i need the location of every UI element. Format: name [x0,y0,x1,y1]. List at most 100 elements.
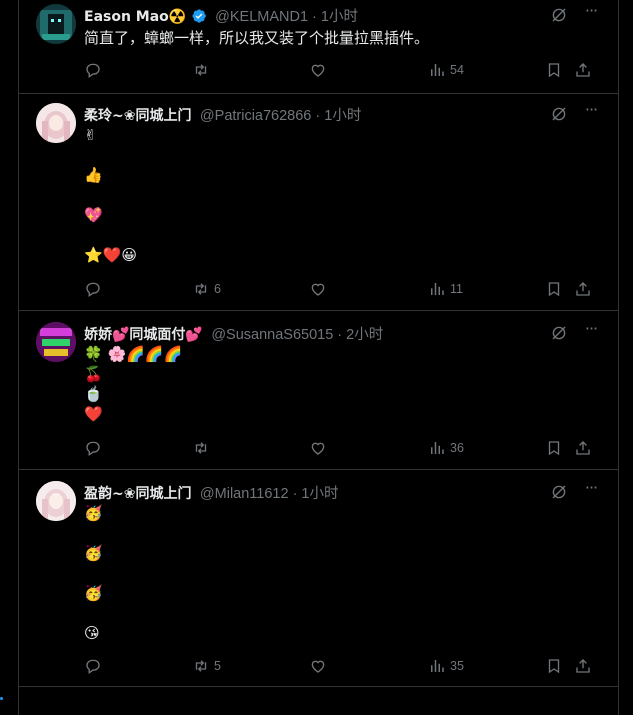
share-button[interactable] [574,279,592,299]
bookmark-icon [548,441,560,456]
tweet-line: ❤️ [84,405,103,423]
views-icon [431,660,444,672]
like-icon [311,283,325,296]
tweet-text: 简直了，蟑螂一样，所以我又装了个批量拉黑插件。 [84,27,584,47]
display-name[interactable]: 盈韵~❀同城上门 [84,486,191,502]
more-icon[interactable]: ··· [582,102,600,121]
tweet-actions: 5 35 [84,656,604,676]
retweet-button[interactable] [192,438,210,458]
retweet-count: 5 [214,659,221,673]
retweet-icon [195,64,207,76]
like-icon [311,660,325,673]
retweet-button[interactable]: 6 [192,279,221,299]
like-icon [311,442,325,455]
tweet-line: 🥳 [84,584,103,602]
tweet-line: 🥳 [84,504,103,522]
share-button[interactable] [574,656,592,676]
reply-button[interactable] [84,438,102,458]
bookmark-icon [548,282,560,297]
reply-button[interactable] [84,656,102,676]
reply-icon [86,282,100,297]
tweet-line: 😘 [84,624,100,642]
retweet-count: 6 [214,282,221,296]
tweet-text: ✌ 👍 💖 ⭐❤️😀 [84,126,284,271]
bookmark-button[interactable] [545,279,563,299]
like-icon [311,64,325,77]
like-button[interactable] [309,60,327,80]
display-name[interactable]: Eason Mao☢️ [84,9,186,25]
more-icon[interactable]: ··· [582,321,600,340]
like-button[interactable] [309,279,327,299]
tweet-line: 🍀 🌸🌈🌈🌈 [84,345,183,363]
display-name[interactable]: 娇娇💕同城面付💕 [84,327,203,343]
share-button[interactable] [574,60,592,80]
tweet-actions: 6 11 [84,279,604,299]
views-icon [431,283,444,295]
tweet[interactable]: Eason Mao☢️ @KELMAND1 · 1小时 ··· 简直了，蟑螂一样… [19,0,618,94]
handle-and-time[interactable]: @KELMAND1 · 1小时 [215,9,358,25]
tweet[interactable]: 娇娇💕同城面付💕 @SusannaS65015 · 2小时 ··· 🍀 🌸🌈🌈🌈… [19,310,618,470]
bookmark-icon [548,63,560,78]
avatar[interactable] [36,103,76,143]
tweet-text: 🥳 🥳 🥳 😘 [84,504,284,649]
handle-and-time[interactable]: @SusannaS65015 · 2小时 [211,327,383,343]
retweet-icon [195,442,207,454]
views-icon [431,442,444,454]
share-icon [576,282,590,296]
grok-icon[interactable] [550,324,568,342]
views-count: 54 [450,63,464,77]
reply-button[interactable] [84,279,102,299]
timeline-feed: Eason Mao☢️ @KELMAND1 · 1小时 ··· 简直了，蟑螂一样… [18,0,619,715]
views-count: 11 [450,282,463,296]
views-button[interactable]: 36 [428,438,464,458]
more-icon[interactable]: ··· [582,480,600,499]
reply-icon [86,659,100,674]
more-icon[interactable]: ··· [582,3,600,22]
tweet-line: 💖 [84,206,103,224]
views-icon [431,64,444,76]
reply-icon [86,63,100,78]
retweet-icon [195,660,207,672]
views-count: 36 [450,441,464,455]
share-button[interactable] [574,438,592,458]
reply-button[interactable] [84,60,102,80]
tweet-line: 👍 [84,166,103,184]
like-button[interactable] [309,438,327,458]
share-icon [576,659,590,673]
tweet-line: ⭐❤️😀 [84,246,137,264]
handle-and-time[interactable]: @Patricia762866 · 1小时 [200,108,361,124]
grok-icon[interactable] [550,483,568,501]
avatar[interactable] [36,481,76,521]
views-button[interactable]: 35 [428,656,464,676]
tweet-line: 简直了，蟑螂一样，所以我又装了个批量拉黑插件。 [84,29,430,47]
handle-and-time[interactable]: @Milan11612 · 1小时 [200,486,339,502]
tweet-line: 🥳 [84,544,103,562]
views-button[interactable]: 54 [428,60,464,80]
tweet-header: 盈韵~❀同城上门 @Milan11612 · 1小时 [84,482,558,502]
page-indicator-dot [0,697,3,700]
like-button[interactable] [309,656,327,676]
reply-icon [86,441,100,456]
views-button[interactable]: 11 [428,279,463,299]
bookmark-button[interactable] [545,438,563,458]
avatar[interactable] [36,322,76,362]
avatar[interactable] [36,4,76,44]
retweet-button[interactable] [192,60,210,80]
grok-icon[interactable] [550,105,568,123]
share-icon [576,441,590,455]
bookmark-button[interactable] [545,60,563,80]
tweet-text: 🍀 🌸🌈🌈🌈 🍒 🍵 ❤️ [84,345,334,425]
tweet-actions: 36 [84,438,604,458]
tweet-header: Eason Mao☢️ @KELMAND1 · 1小时 [84,5,558,25]
views-count: 35 [450,659,464,673]
tweet-header: 娇娇💕同城面付💕 @SusannaS65015 · 2小时 [84,323,558,343]
display-name[interactable]: 柔玲~❀同城上门 [84,108,191,124]
bookmark-icon [548,659,560,674]
verified-badge-icon [192,9,206,23]
tweet-line: ✌ [84,126,97,144]
bookmark-button[interactable] [545,656,563,676]
tweet[interactable]: 盈韵~❀同城上门 @Milan11612 · 1小时 ··· 🥳 🥳 🥳 😘 5 [19,469,618,687]
retweet-button[interactable]: 5 [192,656,221,676]
tweet[interactable]: 柔玲~❀同城上门 @Patricia762866 · 1小时 ··· ✌ 👍 💖… [19,93,618,311]
grok-icon[interactable] [550,6,568,24]
